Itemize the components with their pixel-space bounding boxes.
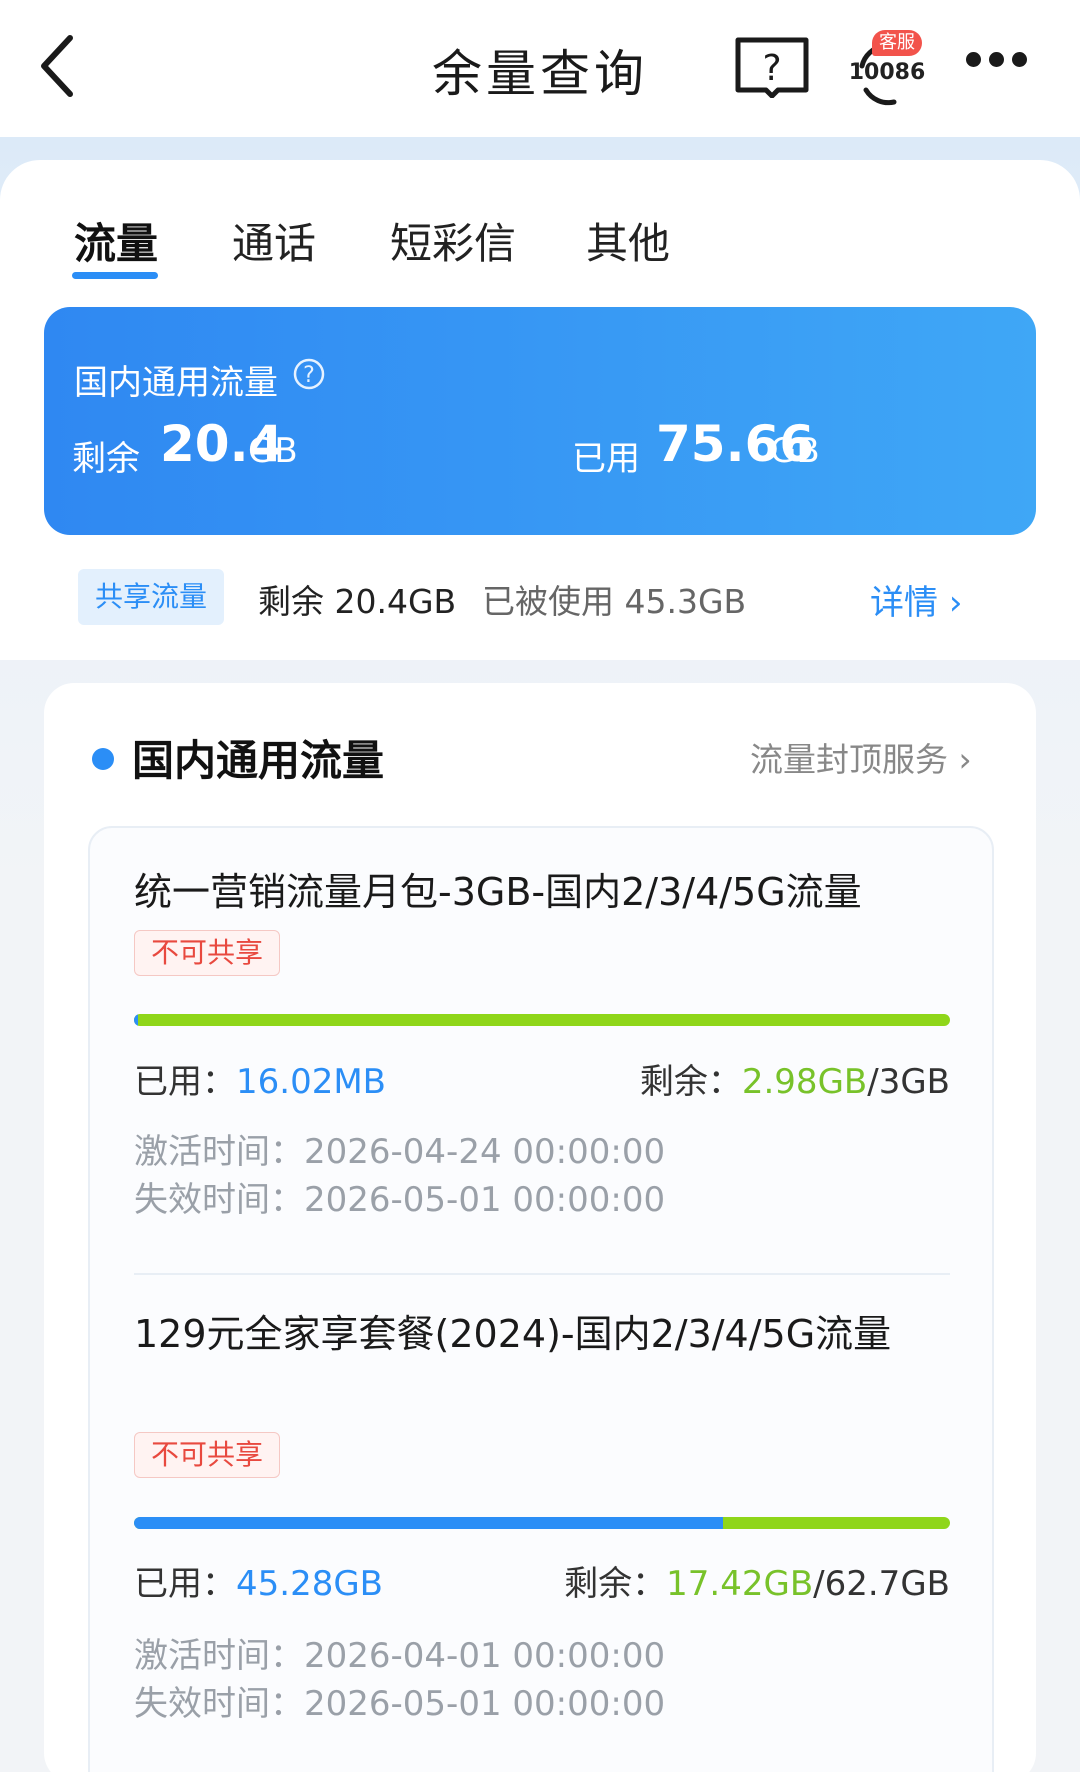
remain-unit: GB (248, 431, 298, 471)
remain-label: 剩余： (639, 1062, 742, 1102)
more-dots-icon (966, 52, 981, 67)
expire-value: 2026-05-01 00:00:00 (304, 1684, 666, 1724)
data-details-card: 国内通用流量 流量封顶服务 › 统一营销流量月包-3GB-国内2/3/4/5G流… (44, 683, 1036, 1772)
remain-value: 2.98GB (741, 1062, 868, 1102)
remain-value: 17.42GB (666, 1564, 814, 1604)
more-dot (1012, 52, 1027, 67)
remain-label: 剩余 (72, 439, 140, 479)
summary-panel: 国内通用流量 ? 剩余 20.4 GB 已用 75.66 GB (44, 307, 1036, 535)
package-name: 统一营销流量月包-3GB-国内2/3/4/5G流量 (134, 870, 862, 914)
shared-remain: 剩余 20.4GB (258, 582, 457, 621)
question-icon[interactable]: ? (292, 357, 326, 391)
activate-time: 激活时间：2026-04-01 00:00:00 (134, 1632, 665, 1680)
shared-used: 已被使用 45.3GB (482, 582, 747, 621)
tab-messages[interactable]: 短彩信 (390, 210, 516, 271)
activate-label: 激活时间： (134, 1132, 304, 1172)
more-dot (989, 52, 1004, 67)
shared-data-row: 共享流量 剩余 20.4GB 已被使用 45.3GB 详情 › (44, 535, 1036, 657)
not-shareable-tag: 不可共享 (134, 1432, 280, 1478)
remain-group: 剩余：17.42GB/62.7GB (564, 1556, 950, 1605)
tab-data[interactable]: 流量 (74, 210, 158, 271)
service-number: 10086 (848, 60, 926, 85)
total-value: /3GB (867, 1062, 950, 1102)
usage-bar-used (134, 1014, 139, 1026)
help-book-icon: ? (735, 37, 809, 99)
usage-line: 已用：16.02MB 剩余：2.98GB/3GB (134, 1054, 950, 1103)
expire-label: 失效时间： (134, 1180, 304, 1220)
tab-bar: 流量 通话 短彩信 其他 (74, 210, 774, 290)
used-label: 已用 (572, 439, 640, 479)
help-button[interactable]: ? (734, 34, 810, 99)
detail-link[interactable]: 详情 › (870, 575, 962, 624)
package-list: 统一营销流量月包-3GB-国内2/3/4/5G流量 不可共享 已用：16.02M… (88, 826, 994, 1772)
expire-time: 失效时间：2026-05-01 00:00:00 (134, 1176, 665, 1224)
data-cap-label: 流量封顶服务 (750, 740, 948, 779)
tab-other[interactable]: 其他 (586, 210, 670, 271)
section-dot-icon (92, 748, 114, 770)
data-cap-service-link[interactable]: 流量封顶服务 › (750, 733, 972, 781)
used-value: 45.28GB (236, 1564, 384, 1604)
customer-service-button[interactable]: 客服 10086 (848, 30, 926, 106)
tab-active-indicator (72, 272, 158, 279)
used-label: 已用： (134, 1062, 236, 1102)
used-unit: GB (770, 431, 820, 471)
usage-line: 已用：45.28GB 剩余：17.42GB/62.7GB (134, 1556, 950, 1605)
used-value: 16.02MB (236, 1062, 386, 1102)
chevron-right-icon: › (948, 583, 963, 623)
usage-bar (134, 1517, 950, 1529)
activate-value: 2026-04-24 00:00:00 (304, 1132, 666, 1172)
remain-label: 剩余： (564, 1564, 667, 1604)
detail-label: 详情 (870, 583, 938, 623)
total-value: /62.7GB (813, 1564, 950, 1604)
expire-label: 失效时间： (134, 1684, 304, 1724)
section-title: 国内通用流量 (132, 736, 385, 785)
activate-value: 2026-04-01 00:00:00 (304, 1636, 666, 1676)
top-header: 余量查询 ? 客服 10086 (0, 0, 1080, 137)
service-badge: 客服 (872, 30, 922, 56)
more-button[interactable] (966, 52, 1036, 80)
package-name: 129元全家享套餐(2024)-国内2/3/4/5G流量 (134, 1312, 892, 1356)
summary-title: 国内通用流量 (74, 363, 278, 403)
expire-time: 失效时间：2026-05-01 00:00:00 (134, 1680, 665, 1728)
not-shareable-tag: 不可共享 (134, 930, 280, 976)
used-label: 已用： (134, 1564, 236, 1604)
remain-group: 剩余：2.98GB/3GB (640, 1054, 950, 1103)
svg-text:?: ? (303, 363, 315, 388)
expire-value: 2026-05-01 00:00:00 (304, 1180, 666, 1220)
tab-calls[interactable]: 通话 (232, 210, 316, 271)
usage-bar-used (134, 1517, 724, 1529)
activate-label: 激活时间： (134, 1636, 304, 1676)
chevron-right-icon: › (958, 740, 972, 779)
svg-text:?: ? (762, 48, 781, 89)
divider (134, 1273, 950, 1275)
shared-data-tag: 共享流量 (78, 569, 224, 625)
activate-time: 激活时间：2026-04-24 00:00:00 (134, 1128, 665, 1176)
usage-bar (134, 1014, 950, 1026)
